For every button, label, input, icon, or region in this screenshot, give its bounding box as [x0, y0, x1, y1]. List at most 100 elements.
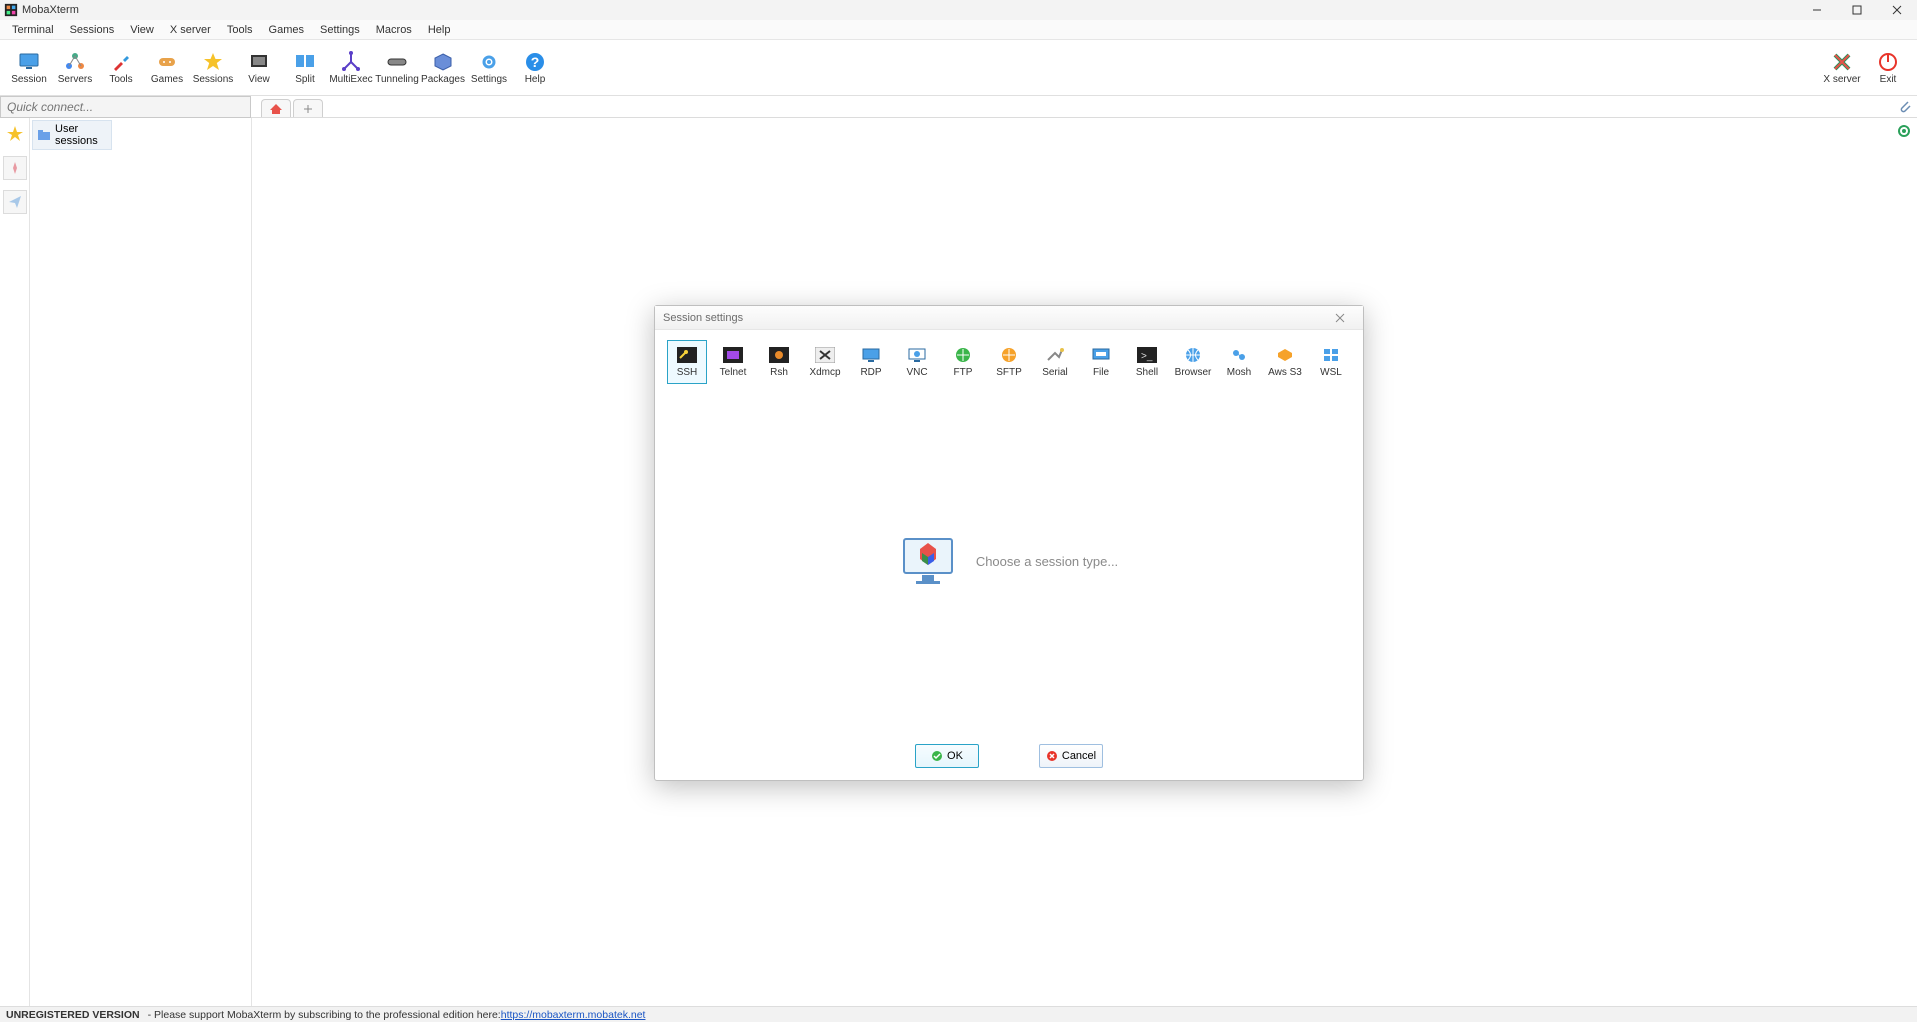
dialog-title: Session settings [663, 312, 743, 324]
footer-link[interactable]: https://mobaxterm.mobatek.net [501, 1009, 646, 1021]
rsh-icon [769, 347, 789, 363]
pin-icon [7, 160, 23, 176]
vnc-icon [907, 347, 927, 363]
session-type-mosh[interactable]: Mosh [1219, 340, 1259, 384]
session-settings-dialog: Session settings SSH Telnet Rsh Xdmcp RD… [654, 305, 1364, 781]
menu-xserver[interactable]: X server [162, 22, 219, 38]
toolbar-settings-button[interactable]: Settings [466, 42, 512, 94]
folder-icon [37, 129, 51, 141]
monitor-icon [17, 50, 41, 74]
toolbar-sessions-button[interactable]: Sessions [190, 42, 236, 94]
toolbar-help-button[interactable]: ?Help [512, 42, 558, 94]
sidebar-favorites-button[interactable] [3, 122, 27, 146]
window-title: MobaXterm [22, 4, 79, 16]
session-type-aws-s3[interactable]: Aws S3 [1265, 340, 1305, 384]
session-type-strip: SSH Telnet Rsh Xdmcp RDP VNC FTP SFTP Se… [655, 330, 1363, 390]
session-type-browser[interactable]: Browser [1173, 340, 1213, 384]
help-icon: ? [523, 50, 547, 74]
status-footer: UNREGISTERED VERSION - Please support Mo… [0, 1006, 1917, 1022]
dialog-titlebar: Session settings [655, 306, 1363, 330]
tab-new[interactable] [293, 99, 323, 117]
cancel-icon [1046, 750, 1058, 762]
menu-sessions[interactable]: Sessions [62, 22, 123, 38]
split-icon [293, 50, 317, 74]
main-content-area: Session settings SSH Telnet Rsh Xdmcp RD… [252, 118, 1917, 1006]
network-icon [63, 50, 87, 74]
sidebar-macros-button[interactable] [3, 156, 27, 180]
toolbar-packages-button[interactable]: Packages [420, 42, 466, 94]
quick-connect-input[interactable] [0, 96, 251, 118]
cancel-button[interactable]: Cancel [1039, 744, 1103, 768]
sidebar-sftp-button[interactable] [3, 190, 27, 214]
session-type-telnet[interactable]: Telnet [713, 340, 753, 384]
tree-label: User sessions [55, 123, 107, 147]
toolbar-tunneling-button[interactable]: Tunneling [374, 42, 420, 94]
menu-help[interactable]: Help [420, 22, 459, 38]
session-type-vnc[interactable]: VNC [897, 340, 937, 384]
tab-strip [251, 96, 1917, 117]
menu-settings[interactable]: Settings [312, 22, 368, 38]
menubar: Terminal Sessions View X server Tools Ga… [0, 20, 1917, 40]
svg-text:?: ? [531, 54, 540, 70]
dialog-body: Choose a session type... [655, 390, 1363, 732]
session-type-wsl[interactable]: WSL [1311, 340, 1351, 384]
session-type-ftp[interactable]: FTP [943, 340, 983, 384]
window-minimize-button[interactable] [1797, 0, 1837, 20]
dialog-close-button[interactable] [1335, 313, 1355, 323]
xdmcp-icon [815, 347, 835, 363]
session-type-rdp[interactable]: RDP [851, 340, 891, 384]
session-type-file[interactable]: File [1081, 340, 1121, 384]
toolbar-exit-button[interactable]: Exit [1865, 42, 1911, 94]
session-type-ssh[interactable]: SSH [667, 340, 707, 384]
tab-home[interactable] [261, 99, 291, 117]
toolbar-session-button[interactable]: Session [6, 42, 52, 94]
toolbar-view-button[interactable]: View [236, 42, 282, 94]
telnet-icon [723, 347, 743, 363]
star-icon [201, 50, 225, 74]
paperplane-icon [7, 194, 23, 210]
games-icon [155, 50, 179, 74]
window-maximize-button[interactable] [1837, 0, 1877, 20]
window-close-button[interactable] [1877, 0, 1917, 20]
toolbar-games-button[interactable]: Games [144, 42, 190, 94]
star-icon [6, 125, 24, 143]
main-toolbar: Session Servers Tools Games Sessions Vie… [0, 40, 1917, 96]
ok-button[interactable]: OK [915, 744, 979, 768]
tools-icon [109, 50, 133, 74]
mosh-icon [1229, 347, 1249, 363]
toolbar-servers-button[interactable]: Servers [52, 42, 98, 94]
shell-icon: >_ [1137, 347, 1157, 363]
rdp-icon [861, 347, 881, 363]
toolbar-multiexec-button[interactable]: MultiExec [328, 42, 374, 94]
sessions-side-panel: User sessions [30, 118, 252, 1006]
plus-icon [302, 103, 314, 115]
body-area: User sessions Session settings SSH Telne… [0, 118, 1917, 1006]
panel-settings-button[interactable] [1895, 122, 1913, 140]
menu-view[interactable]: View [122, 22, 162, 38]
view-icon [247, 50, 271, 74]
tree-user-sessions[interactable]: User sessions [32, 120, 112, 150]
file-icon [1091, 347, 1111, 363]
session-type-rsh[interactable]: Rsh [759, 340, 799, 384]
package-icon [431, 50, 455, 74]
session-type-xdmcp[interactable]: Xdmcp [805, 340, 845, 384]
tunnel-icon [385, 50, 409, 74]
menu-tools[interactable]: Tools [219, 22, 261, 38]
footer-badge: UNREGISTERED VERSION [6, 1009, 140, 1021]
toolbar-tools-button[interactable]: Tools [98, 42, 144, 94]
session-type-sftp[interactable]: SFTP [989, 340, 1029, 384]
menu-macros[interactable]: Macros [368, 22, 420, 38]
svg-text:>_: >_ [1141, 351, 1153, 362]
app-logo-icon [4, 3, 18, 17]
home-icon [269, 103, 283, 115]
paperclip-icon[interactable] [1897, 98, 1911, 114]
session-type-shell[interactable]: >_Shell [1127, 340, 1167, 384]
menu-games[interactable]: Games [261, 22, 312, 38]
menu-terminal[interactable]: Terminal [4, 22, 62, 38]
session-type-serial[interactable]: Serial [1035, 340, 1075, 384]
serial-icon [1045, 347, 1065, 363]
toolbar-xserver-button[interactable]: X server [1819, 42, 1865, 94]
multiexec-icon [339, 50, 363, 74]
toolbar-split-button[interactable]: Split [282, 42, 328, 94]
left-sidebar-strip [0, 118, 30, 1006]
